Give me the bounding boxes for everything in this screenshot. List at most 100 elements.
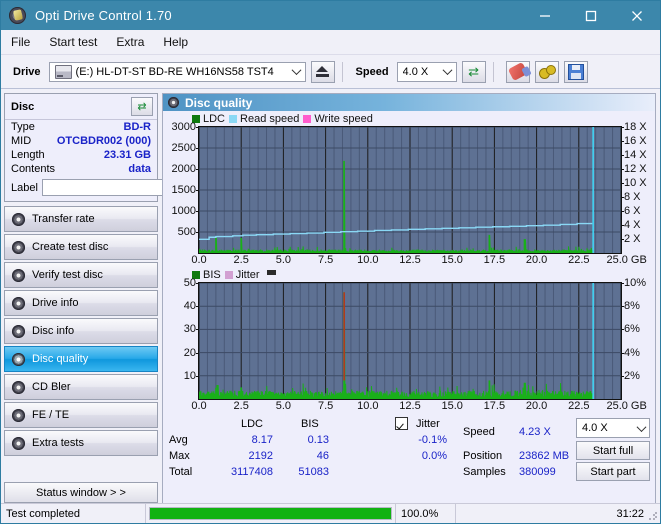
y2-axis-tick-label: 12 X: [624, 163, 647, 175]
x-axis-tick-label: 0.0: [191, 254, 207, 266]
x-axis-tick-label: 7.5: [317, 254, 334, 266]
toolbar: Drive (E:) HL-DT-ST BD-RE WH16NS58 TST4 …: [1, 55, 660, 89]
y-axis-tick-label: 2000: [171, 163, 196, 175]
stats-header-bis: BIS: [301, 418, 319, 430]
sidebar-item-disc-quality[interactable]: Disc quality: [4, 346, 158, 372]
y-axis-tick-label: 10: [183, 369, 196, 382]
stats-row-avg-label: Avg: [169, 434, 188, 446]
y-axis-tick: [196, 352, 199, 354]
y2-axis-tick-label: 2%: [624, 369, 640, 382]
legend-marker-icon: [266, 270, 276, 275]
settings-button[interactable]: [534, 60, 559, 83]
maximize-icon[interactable]: [568, 1, 614, 30]
sidebar-nav: Transfer rate Create test disc Verify te…: [4, 206, 158, 456]
disc-row-contents: Contents data: [5, 162, 157, 176]
erase-button[interactable]: [505, 60, 530, 83]
y-axis-tick-label: 50: [183, 277, 196, 289]
disc-icon: [12, 296, 25, 310]
sidebar-item-disc-info[interactable]: Disc info: [4, 318, 158, 344]
menu-start-test[interactable]: Start test: [49, 35, 97, 49]
stats-header-jitter: Jitter: [416, 418, 440, 430]
disc-icon: [12, 268, 25, 282]
start-part-button[interactable]: Start part: [576, 462, 650, 481]
stats-header-ldc: LDC: [241, 418, 264, 430]
y-axis-tick-label: 30: [183, 323, 196, 336]
minimize-icon[interactable]: [522, 1, 568, 30]
toolbar-divider: [341, 61, 343, 82]
disc-row-value: OTCBDR002 (000): [56, 135, 151, 147]
stats-speed-value: 4.23 X: [519, 426, 551, 438]
y2-axis-tick: [621, 306, 624, 308]
y-axis-tick: [196, 306, 199, 308]
speed-select[interactable]: 4.0 X: [396, 61, 457, 82]
menu-extra[interactable]: Extra: [116, 35, 144, 49]
start-full-button[interactable]: Start full: [576, 441, 650, 460]
sidebar-item-extra-tests[interactable]: Extra tests: [4, 430, 158, 456]
refresh-button[interactable]: ⇄: [461, 60, 486, 83]
x-axis-tick-label: 2.5: [233, 400, 249, 412]
y-axis-tick: [196, 232, 199, 233]
sidebar-item-drive-info[interactable]: Drive info: [4, 290, 158, 316]
sidebar-item-label: Verify test disc: [32, 269, 103, 281]
jitter-checkbox[interactable]: [395, 417, 408, 431]
y-axis-tick-label: 3000: [171, 121, 196, 133]
legend-item-read-speed: Read speed: [229, 113, 299, 125]
resize-grip-icon[interactable]: [648, 511, 658, 521]
chart-bottom-legend: BIS Jitter: [166, 267, 652, 282]
speed-label: Speed: [355, 65, 389, 78]
disc-row-mid: MID OTCBDR002 (000): [5, 134, 157, 148]
main-header: Disc quality: [163, 94, 655, 111]
x-axis-tick-label: 17.5: [483, 400, 506, 412]
toolbar-divider-2: [492, 61, 494, 82]
chart-bottom-plot[interactable]: 10 20 30 40 50 2% 4% 6% 8% 10% 0.0 2.5 5.0 7.5 10.0 12.…: [184, 277, 647, 412]
x-axis-tick-label: 0.0: [191, 400, 207, 412]
result-speed-value: 4.0 X: [582, 422, 608, 434]
eraser-icon: [507, 62, 528, 81]
sidebar-item-label: Disc info: [32, 325, 75, 337]
status-window-button[interactable]: Status window > >: [4, 482, 158, 503]
disc-row-value: data: [128, 163, 151, 175]
disc-refresh-button[interactable]: ⇄: [131, 97, 153, 116]
y2-axis-tick-label: 4 X: [624, 219, 641, 231]
result-speed-select[interactable]: 4.0 X: [576, 418, 650, 438]
save-button[interactable]: [563, 60, 588, 83]
stats-panel: LDC BIS Jitter Avg 8.17 0.13 -0.1% Max 2…: [163, 416, 655, 481]
disc-icon: [12, 212, 25, 226]
disc-row-key: Type: [11, 121, 35, 133]
progress-bar-fill: [150, 508, 391, 519]
sidebar-item-fe-te[interactable]: FE / TE: [4, 402, 158, 428]
status-bar: Test completed 100.0% 31:22: [1, 503, 660, 523]
x-axis-tick-label: 7.5: [317, 400, 334, 412]
chevron-down-icon: [440, 68, 456, 75]
refresh-icon: ⇄: [137, 101, 147, 113]
sidebar-item-verify-test-disc[interactable]: Verify test disc: [4, 262, 158, 288]
drive-select[interactable]: (E:) HL-DT-ST BD-RE WH16NS58 TST4: [48, 61, 306, 82]
y2-axis-tick-label: 14 X: [624, 149, 647, 161]
y-axis-tick: [196, 148, 199, 149]
y2-axis-tick: [621, 183, 624, 184]
sidebar-item-create-test-disc[interactable]: Create test disc: [4, 234, 158, 260]
sidebar-item-transfer-rate[interactable]: Transfer rate: [4, 206, 158, 232]
y2-axis-tick: [621, 127, 624, 128]
menu-file[interactable]: File: [11, 35, 30, 49]
legend-label: LDC: [203, 113, 226, 125]
y-axis-tick: [196, 127, 199, 128]
eject-button[interactable]: [310, 60, 335, 83]
disc-icon: [12, 324, 25, 338]
chart-top-plot[interactable]: 500 1000 1500 2000 2500 3000 2 X 4 X 6 X 8 X 10 X 1…: [172, 121, 647, 266]
disc-icon: [12, 436, 25, 450]
disc-label-key: Label: [11, 181, 38, 194]
disc-label-row: Label: [5, 176, 246, 201]
stats-total-ldc: 3117408: [230, 466, 273, 478]
body: Disc ⇄ Type BD-R MID OTCBDR002 (000) Len…: [1, 89, 660, 507]
sidebar-item-label: Drive info: [32, 297, 79, 309]
x-axis-tick-label: 20.0: [525, 400, 548, 412]
application-window: Opti Drive Control 1.70 File Start test …: [0, 0, 661, 524]
close-icon[interactable]: [614, 1, 660, 30]
sidebar-item-cd-bler[interactable]: CD Bler: [4, 374, 158, 400]
menu-help[interactable]: Help: [163, 35, 188, 49]
stats-max-bis: 46: [316, 450, 329, 462]
progress-percent: 100.0%: [395, 504, 455, 523]
menu-bar: File Start test Extra Help: [1, 30, 660, 55]
